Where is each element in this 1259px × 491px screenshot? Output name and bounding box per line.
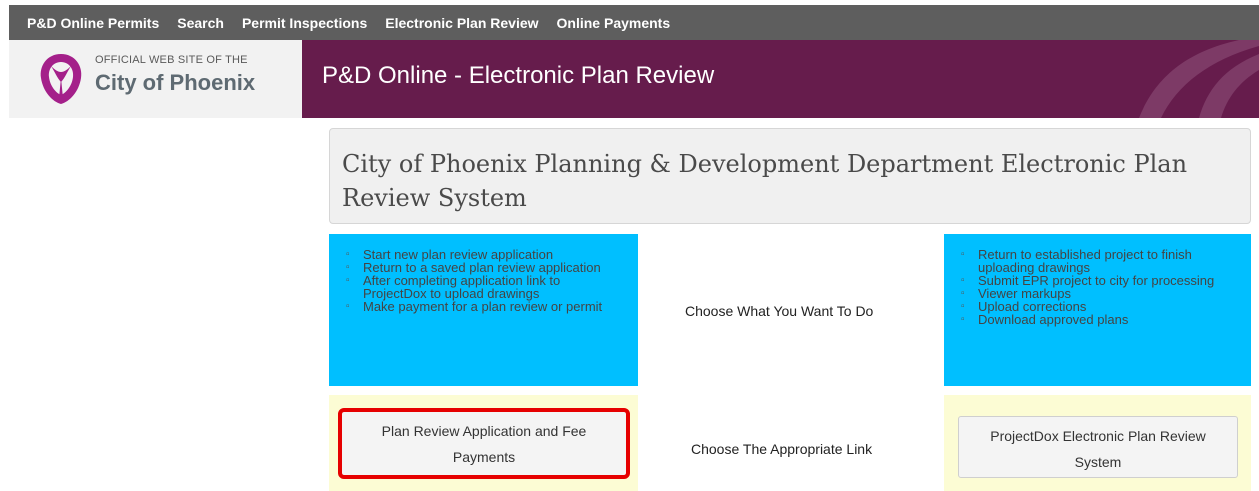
nav-permit-inspections[interactable]: Permit Inspections: [242, 15, 367, 31]
projectdox-plan-review-button[interactable]: ProjectDox Electronic Plan Review System: [958, 416, 1238, 478]
page-banner: P&D Online - Electronic Plan Review: [302, 40, 1259, 118]
logo-tagline: OFFICIAL WEB SITE OF THE: [95, 54, 248, 66]
logo-city-name: City of Phoenix: [95, 70, 256, 95]
bullet-icon: ▫: [961, 275, 965, 286]
bullet-icon: ▫: [346, 249, 350, 260]
nav-pd-online-permits[interactable]: P&D Online Permits: [27, 15, 159, 31]
bullet-icon: ▫: [961, 301, 965, 312]
list-item: ▫ Return to established project to finish…: [961, 247, 1192, 275]
bullet-icon: ▫: [346, 275, 350, 286]
nav-search[interactable]: Search: [177, 15, 224, 31]
nav-online-payments[interactable]: Online Payments: [557, 15, 671, 31]
bullet-icon: ▫: [346, 262, 350, 273]
new-application-info-box: ▫ Start new plan review application ▫ Retu…: [329, 234, 638, 386]
nav-electronic-plan-review[interactable]: Electronic Plan Review: [385, 15, 538, 31]
bullet-icon: ▫: [961, 288, 965, 299]
choose-what-you-want-text: Choose What You Want To Do: [685, 303, 874, 319]
main-heading: City of Phoenix Planning & Development D…: [342, 150, 1188, 212]
banner-swoosh-decoration: [1139, 40, 1259, 118]
list-item: ▫ Make payment for a plan review or permi…: [346, 299, 603, 314]
new-application-list: ▫ Start new plan review application ▫ Retu…: [343, 248, 626, 313]
top-navigation: P&D Online Permits Search Permit Inspect…: [9, 5, 1259, 40]
city-logo[interactable]: OFFICIAL WEB SITE OF THE City of Phoenix: [9, 40, 302, 118]
existing-project-info-box: ▫ Return to established project to finish…: [944, 234, 1251, 386]
phoenix-bird-icon: [40, 54, 82, 104]
existing-project-list: ▫ Return to established project to finish…: [958, 248, 1239, 326]
bullet-icon: ▫: [961, 314, 965, 325]
page-title: P&D Online - Electronic Plan Review: [322, 62, 715, 89]
plan-review-application-button[interactable]: Plan Review Application and Fee Payments: [338, 408, 630, 479]
bullet-icon: ▫: [961, 249, 965, 260]
bullet-icon: ▫: [346, 301, 350, 312]
list-item: ▫ Download approved plans: [961, 312, 1129, 327]
choose-appropriate-link-text: Choose The Appropriate Link: [691, 441, 873, 457]
site-header: OFFICIAL WEB SITE OF THE City of Phoenix…: [9, 40, 1259, 118]
list-item: ▫ After completing application link to Pr…: [346, 273, 561, 301]
main-title-panel: City of Phoenix Planning & Development D…: [329, 128, 1251, 224]
